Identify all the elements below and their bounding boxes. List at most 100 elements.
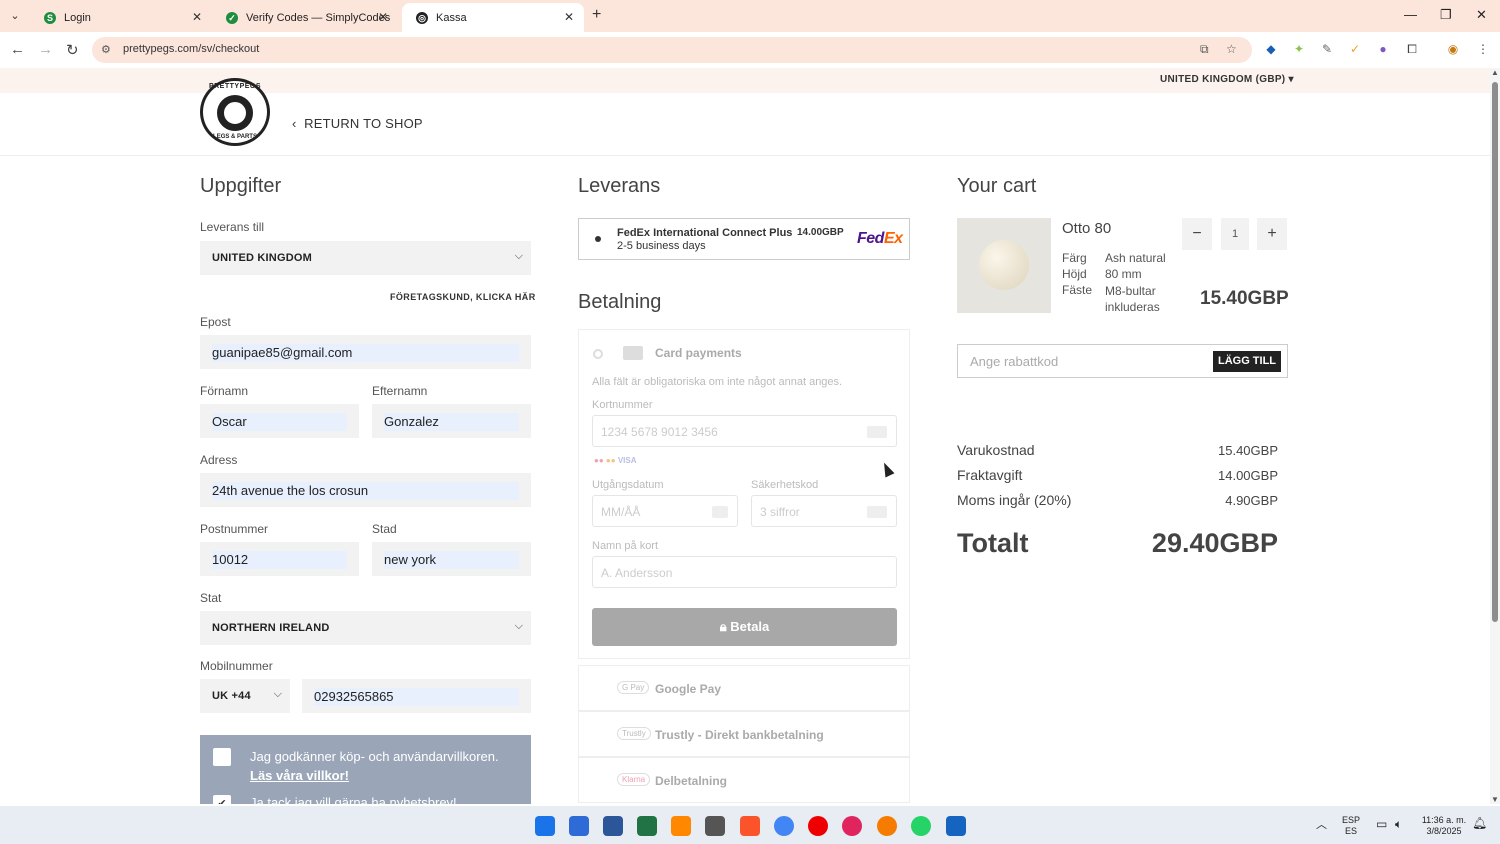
expiry-input[interactable]: MM/ÅÅ: [592, 495, 738, 527]
terms-link[interactable]: Läs våra villkor!: [250, 768, 349, 783]
tab-kassa[interactable]: ◎ Kassa ✕: [402, 3, 584, 32]
address-bar[interactable]: ⚙ prettypegs.com/sv/checkout ⧉ ☆: [92, 37, 1252, 63]
opera-gx-app-icon[interactable]: [842, 816, 862, 836]
volume-icon[interactable]: 🔈︎: [1395, 818, 1402, 830]
email-value: guanipae85@gmail.com: [212, 344, 519, 362]
address-value: 24th avenue the los crosun: [212, 482, 519, 500]
profile-avatar-icon[interactable]: ◉: [1446, 42, 1460, 56]
network-icon[interactable]: ▭: [1376, 818, 1387, 830]
product-name[interactable]: Otto 80: [1062, 220, 1111, 237]
windows-start-icon[interactable]: [535, 816, 555, 836]
extension-leaf-icon[interactable]: ✦: [1292, 42, 1306, 56]
phone-field[interactable]: 02932565865: [302, 679, 531, 713]
shipping-option[interactable]: FedEx International Connect Plus 2-5 bus…: [578, 218, 910, 260]
cvc-input[interactable]: 3 siffror: [751, 495, 897, 527]
prettypegs-logo[interactable]: PRETTYPEGS LEGS & PARTS: [200, 78, 270, 146]
back-icon[interactable]: ←: [10, 41, 25, 58]
opera-app-icon[interactable]: [808, 816, 828, 836]
close-tab-icon[interactable]: ✕: [564, 10, 574, 24]
close-tab-icon[interactable]: ✕: [378, 10, 388, 24]
clock[interactable]: 11:36 a. m. 3/8/2025: [1418, 815, 1470, 837]
extensions-puzzle-icon[interactable]: ⧠: [1405, 42, 1419, 56]
scroll-up-icon[interactable]: ▲: [1491, 68, 1499, 77]
first-name-field[interactable]: Oscar: [200, 404, 359, 438]
trustly-option[interactable]: Trustly Trustly - Direkt bankbetalning: [578, 711, 910, 757]
last-name-field[interactable]: Gonzalez: [372, 404, 531, 438]
url-text[interactable]: prettypegs.com/sv/checkout: [123, 43, 259, 55]
tab-search-icon[interactable]: ⌄: [6, 7, 24, 25]
tab-verify-codes[interactable]: ✓ Verify Codes — SimplyCodes ✕: [212, 3, 398, 32]
ship-to-value: UNITED KINGDOM: [212, 252, 312, 264]
new-tab-icon[interactable]: +: [592, 6, 601, 24]
logo-text-top: PRETTYPEGS: [208, 83, 262, 90]
terms-checkbox[interactable]: [213, 748, 231, 766]
chevron-down-icon: ⌵: [273, 688, 282, 700]
extension-circle-icon[interactable]: ●: [1376, 42, 1390, 56]
extension-simplycodes-icon[interactable]: ✓: [1348, 42, 1362, 56]
show-hidden-icons[interactable]: ︿: [1316, 820, 1327, 831]
close-tab-icon[interactable]: ✕: [192, 10, 202, 24]
minimize-icon[interactable]: —: [1404, 7, 1417, 22]
return-to-shop-link[interactable]: ‹ RETURN TO SHOP: [292, 116, 423, 131]
email-field[interactable]: guanipae85@gmail.com: [200, 335, 531, 369]
site-info-icon[interactable]: ⚙: [101, 43, 111, 56]
forward-icon[interactable]: →: [38, 41, 53, 58]
address-field[interactable]: 24th avenue the los crosun: [200, 473, 531, 507]
card-name-input[interactable]: A. Andersson: [592, 556, 897, 588]
increase-qty-button[interactable]: +: [1257, 218, 1287, 250]
calculator-app-icon[interactable]: [705, 816, 725, 836]
reload-icon[interactable]: ↻: [66, 41, 79, 59]
whatsapp-app-icon[interactable]: [911, 816, 931, 836]
terms-box: Jag godkänner köp- och användarvillkoren…: [200, 735, 531, 804]
corporate-customer-link[interactable]: FÖRETAGSKUND, KLICKA HÄR: [390, 292, 536, 302]
install-app-icon[interactable]: ⧉: [1200, 42, 1209, 57]
apply-coupon-button[interactable]: LÄGG TILL: [1213, 351, 1281, 372]
zip-field[interactable]: 10012: [200, 542, 359, 576]
extension-shield-icon[interactable]: ◆: [1264, 42, 1278, 56]
bookmark-star-icon[interactable]: ☆: [1226, 42, 1237, 56]
language-indicator[interactable]: ESP ES: [1342, 815, 1360, 837]
notification-icon[interactable]: 🔔︎: [1472, 817, 1487, 829]
app-blue-icon[interactable]: [946, 816, 966, 836]
cvc-card-icon: [867, 506, 887, 518]
page-scrollbar[interactable]: ▲ ▼: [1490, 68, 1500, 804]
brave-app-icon[interactable]: [740, 816, 760, 836]
klarna-option[interactable]: Klarna Delbetalning: [578, 757, 910, 803]
lang-code-2: ES: [1345, 826, 1358, 836]
app-c-icon[interactable]: [877, 816, 897, 836]
expiry-placeholder: MM/ÅÅ: [601, 505, 641, 519]
city-value: new york: [384, 551, 519, 569]
qty-input[interactable]: 1: [1221, 218, 1249, 250]
decrease-qty-button[interactable]: −: [1182, 218, 1212, 250]
notepad-app-icon[interactable]: [569, 816, 589, 836]
chrome-app-icon[interactable]: [774, 816, 794, 836]
tab-login[interactable]: S Login ✕: [30, 3, 212, 32]
tab-title: Kassa: [436, 11, 467, 24]
state-select[interactable]: NORTHERN IRELAND ⌵: [200, 611, 531, 645]
scroll-thumb[interactable]: [1492, 82, 1498, 622]
close-window-icon[interactable]: ✕: [1476, 7, 1487, 23]
coupon-field[interactable]: Ange rabattkod LÄGG TILL: [957, 344, 1288, 378]
clock-time: 11:36 a. m.: [1421, 815, 1467, 825]
total-value: 29.40GBP: [1151, 528, 1278, 558]
phone-code-select[interactable]: UK +44 ⌵: [200, 679, 290, 713]
city-field[interactable]: new york: [372, 542, 531, 576]
google-pay-option[interactable]: G Pay Google Pay: [578, 665, 910, 711]
trustly-label: Trustly - Direkt bankbetalning: [655, 728, 824, 742]
restore-icon[interactable]: ❐: [1440, 7, 1452, 23]
card-number-input[interactable]: 1234 5678 9012 3456: [592, 415, 897, 447]
currency-selector[interactable]: UNITED KINGDOM (GBP) ▾: [1160, 74, 1294, 85]
word-app-icon[interactable]: [603, 816, 623, 836]
browser-menu-icon[interactable]: ⋮: [1476, 42, 1490, 56]
ship-to-select[interactable]: UNITED KINGDOM ⌵: [200, 241, 531, 275]
card-number-label: Kortnummer: [592, 399, 653, 411]
last-name-label: Efternamn: [372, 384, 428, 398]
excel-app-icon[interactable]: [637, 816, 657, 836]
newsletter-checkbox[interactable]: ✔: [213, 795, 231, 804]
pay-button[interactable]: 🔒︎ Betala: [592, 608, 897, 646]
scroll-down-icon[interactable]: ▼: [1491, 795, 1499, 804]
google-pay-logo: G Pay: [617, 681, 650, 694]
vlc-app-icon[interactable]: [671, 816, 691, 836]
card-radio-icon[interactable]: [593, 349, 603, 359]
extension-edit-icon[interactable]: ✎: [1320, 42, 1334, 56]
